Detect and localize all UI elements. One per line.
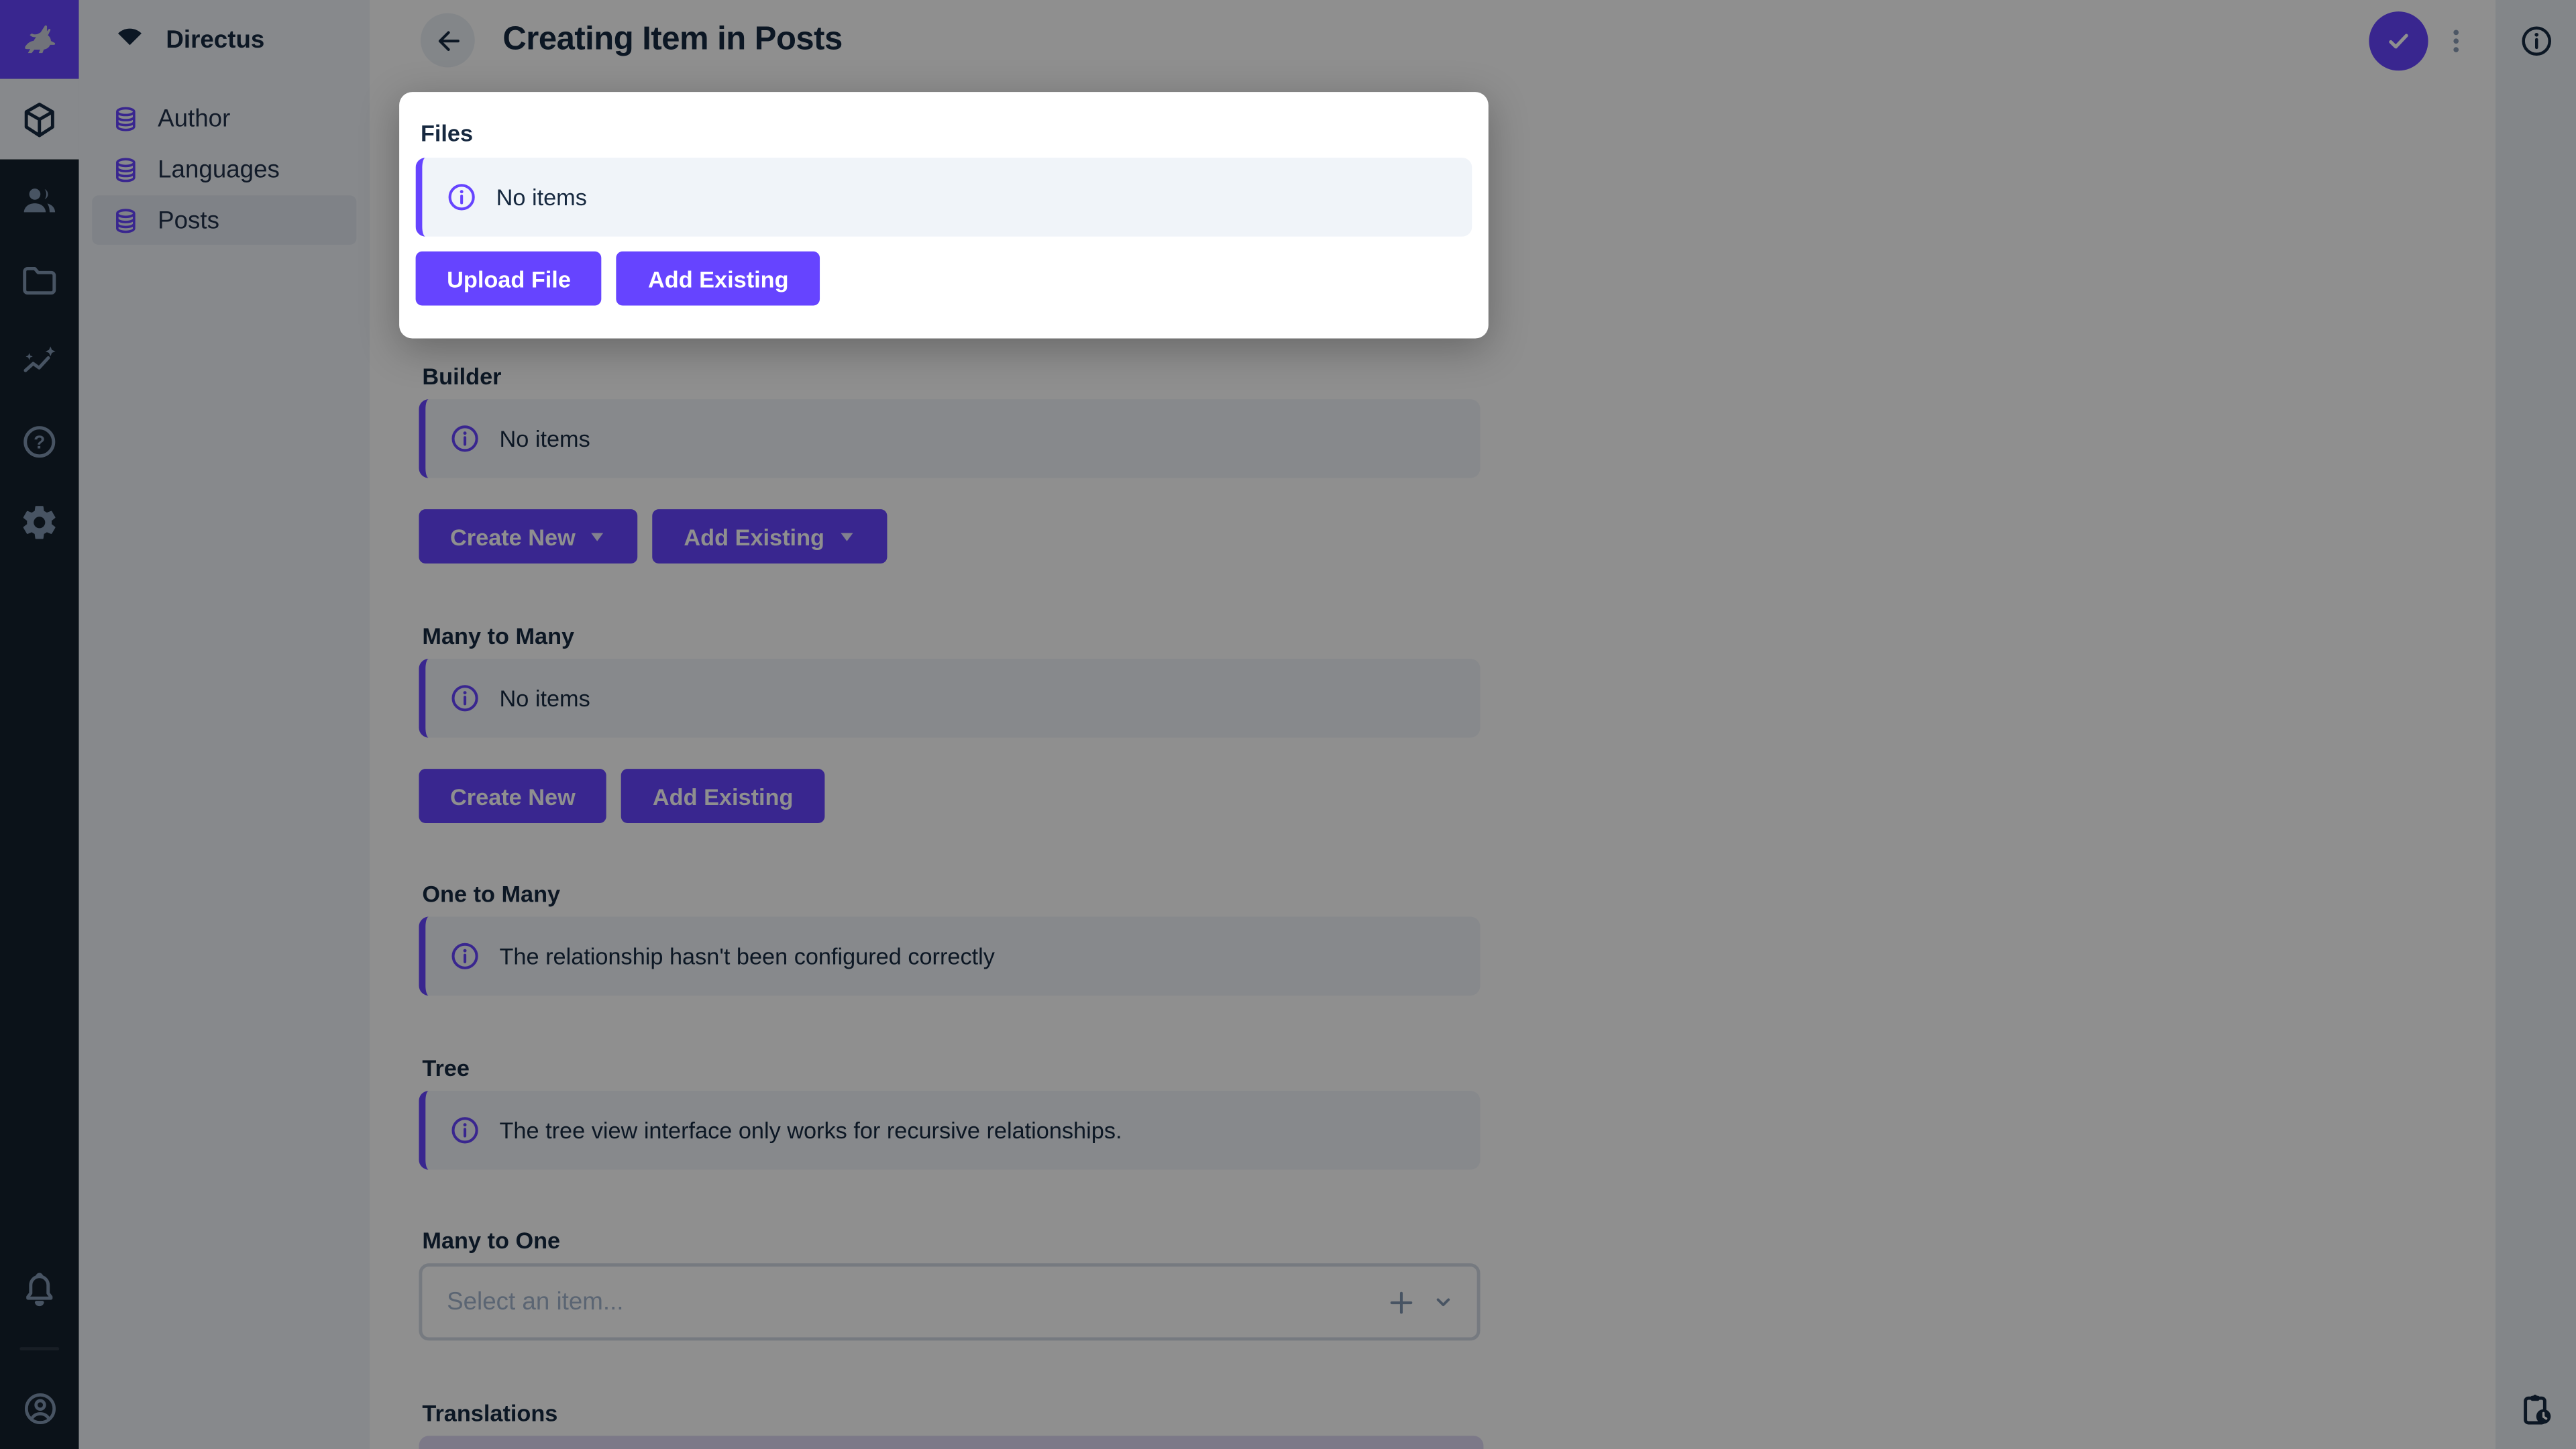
- field-label: Files: [420, 119, 474, 146]
- upload-file-button[interactable]: Upload File: [415, 251, 602, 306]
- directus-app: ? Directus Author Languages Posts Creati…: [0, 0, 2576, 1449]
- files-add-existing-button[interactable]: Add Existing: [616, 251, 820, 306]
- files-notice: No items: [415, 158, 1472, 237]
- button-label: Add Existing: [648, 265, 789, 292]
- button-label: Upload File: [447, 265, 571, 292]
- info-icon: [445, 180, 478, 213]
- notice-text: No items: [496, 184, 587, 211]
- files-field-card: Files No items Upload File Add Existing: [399, 92, 1489, 339]
